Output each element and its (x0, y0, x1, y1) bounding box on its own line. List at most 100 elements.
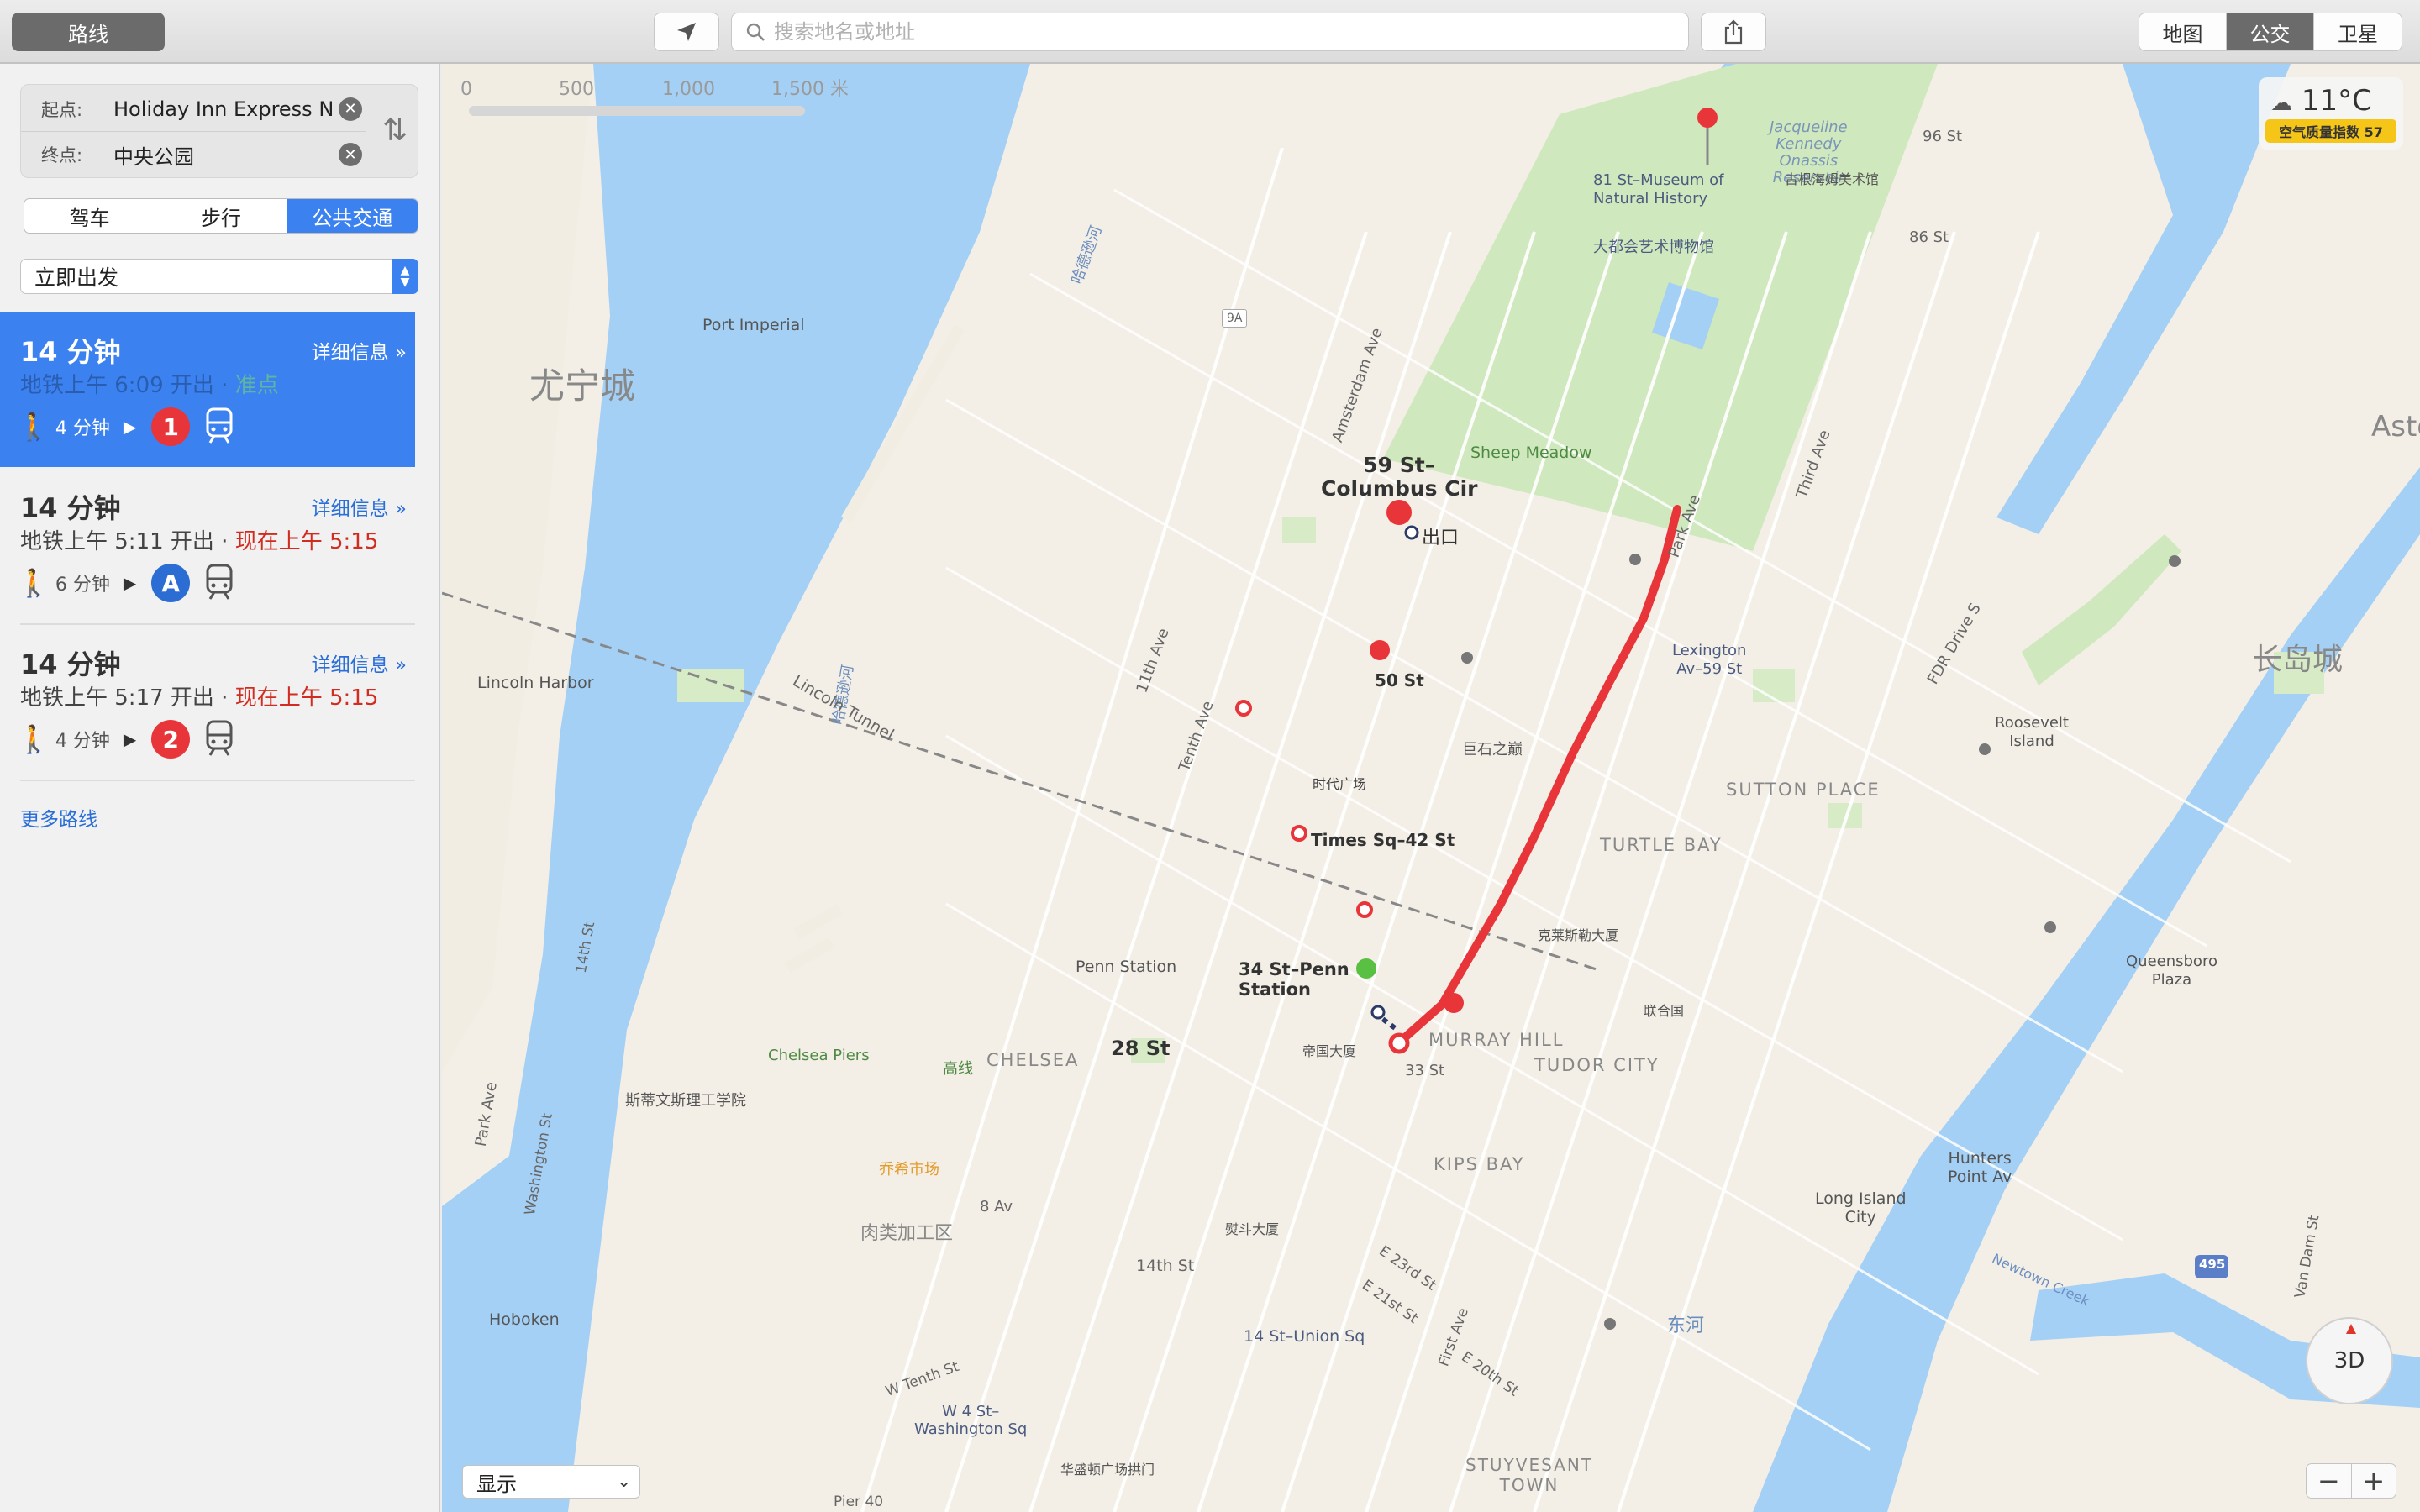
zoom-out-button[interactable]: − (2307, 1464, 2352, 1498)
map-label: MURRAY HILL (1428, 1030, 1565, 1050)
map-label: 东河 (1667, 1315, 1705, 1336)
end-field[interactable]: 中央公园 (113, 140, 339, 170)
route-option[interactable]: 14 分钟 详细信息 » 地铁上午 5:11 开出 · 现在上午 5:15 🚶 … (0, 469, 415, 623)
highway-shield-label: 495 (2199, 1257, 2226, 1272)
start-field[interactable]: Holiday Inn Express N (113, 97, 339, 121)
transport-mode-selector: 驾车 步行 公共交通 (24, 198, 418, 234)
walk-icon: 🚶 (17, 723, 50, 755)
route-status: 现在上午 5:15 (234, 685, 379, 711)
departure-time-select[interactable]: 立即出发 ▲ ▼ (20, 259, 418, 294)
map-label: 巨石之巅 (1462, 741, 1523, 759)
route-status: 现在上午 5:15 (234, 529, 379, 554)
start-row: 起点: Holiday Inn Express N ✕ (21, 87, 366, 132)
map-label: Queensboro Plaza (2126, 953, 2217, 989)
route-duration: 14 分钟 (20, 648, 121, 680)
map-label: TUDOR CITY (1534, 1055, 1660, 1075)
map-graphics (442, 64, 2420, 1512)
map-label: 斯蒂文斯理工学院 (625, 1092, 746, 1110)
map-label: 肉类加工区 (860, 1223, 954, 1244)
map-label: 33 St (1405, 1062, 1445, 1079)
directions-sidebar: 起点: Holiday Inn Express N ✕ 终点: 中央公园 ✕ ⇅… (0, 64, 440, 1512)
map-label: KIPS BAY (1434, 1154, 1525, 1174)
route-duration: 14 分钟 (20, 336, 121, 368)
route-details-link[interactable]: 详细信息 » (312, 648, 407, 677)
map-label: 乔希市场 (879, 1161, 939, 1179)
mode-drive[interactable]: 驾车 (24, 199, 156, 233)
route-duration: 14 分钟 (20, 492, 121, 524)
route-depart-info: 地铁上午 5:11 开出 · 现在上午 5:15 (20, 524, 378, 555)
north-needle-icon (2346, 1324, 2356, 1334)
map-label: 96 St (1923, 128, 1963, 145)
map-type-transit[interactable]: 公交 (2227, 13, 2314, 50)
route-option[interactable]: 14 分钟 详细信息 » 地铁上午 6:09 开出 · 准点 🚶 4 分钟 ▶ … (0, 312, 415, 467)
route-details-link[interactable]: 详细信息 » (312, 336, 407, 365)
route-option[interactable]: 14 分钟 详细信息 » 地铁上午 5:17 开出 · 现在上午 5:15 🚶 … (0, 625, 415, 780)
scale-label: 1,500 米 (771, 79, 849, 100)
chevron-down-icon: ⌄ (617, 1471, 631, 1491)
map-label: Penn Station (1076, 958, 1177, 976)
scale-label: 0 (460, 79, 472, 100)
map-label: 34 St–Penn Station (1239, 959, 1349, 1000)
map-label: 14th St (1136, 1257, 1195, 1275)
play-arrow-icon: ▶ (123, 573, 137, 593)
map-label: 熨斗大厦 (1225, 1221, 1280, 1237)
mode-transit[interactable]: 公共交通 (287, 199, 418, 233)
map-type-selector: 地图 公交 卫星 (2139, 13, 2402, 51)
more-routes-link[interactable]: 更多路线 (20, 803, 97, 832)
route-depart-time: 地铁上午 5:11 开出 · (20, 529, 235, 554)
clear-end-icon[interactable]: ✕ (339, 143, 362, 166)
current-location-button[interactable] (654, 13, 719, 51)
scale-label: 1,000 (662, 79, 715, 100)
weather-temperature: ☁ 11°C (2270, 84, 2372, 118)
play-arrow-icon: ▶ (123, 729, 137, 749)
toolbar: 路线 地图 公交 卫星 (0, 0, 2420, 64)
route-depart-time: 地铁上午 6:09 开出 · (20, 373, 235, 398)
map-label: 高线 (943, 1060, 973, 1078)
route-status: 准点 (234, 373, 279, 398)
routes-button[interactable]: 路线 (12, 13, 165, 51)
swap-endpoints-icon[interactable]: ⇅ (382, 113, 408, 148)
map-label: Port Imperial (702, 316, 805, 334)
map-label: 克莱斯勒大厦 (1538, 927, 1619, 943)
compass-3d-button[interactable]: 3D (2306, 1317, 2393, 1404)
map-label: STUYVESANT TOWN (1465, 1455, 1594, 1495)
end-label: 终点: (41, 145, 83, 165)
cloud-icon: ☁ (2270, 91, 2292, 116)
map-label: 大都会艺术博物馆 (1593, 239, 1714, 256)
route-details-link[interactable]: 详细信息 » (312, 492, 407, 521)
map-label: Times Sq–42 St (1311, 830, 1455, 850)
map-label: Lexington Av–59 St (1672, 642, 1747, 678)
clear-start-icon[interactable]: ✕ (339, 97, 362, 121)
mode-walk[interactable]: 步行 (155, 199, 287, 233)
walk-icon: 🚶 (17, 411, 50, 443)
play-arrow-icon: ▶ (123, 417, 137, 437)
route-depart-info: 地铁上午 6:09 开出 · 准点 (20, 368, 279, 399)
search-input[interactable] (774, 20, 1656, 44)
map-label: 出口 (1422, 528, 1460, 549)
train-icon (206, 564, 233, 600)
map-label: Astoria (2371, 410, 2420, 444)
map-label: 华盛顿广场拱门 (1060, 1462, 1155, 1478)
route-endpoints: 起点: Holiday Inn Express N ✕ 终点: 中央公园 ✕ ⇅ (20, 84, 418, 178)
map-type-satellite[interactable]: 卫星 (2314, 13, 2402, 50)
start-label: 起点: (41, 99, 83, 120)
map-label: 81 St–Museum of Natural History (1593, 171, 1724, 207)
zoom-controls: − + (2306, 1463, 2396, 1499)
temperature-value: 11°C (2301, 84, 2372, 118)
map-label: 50 St (1375, 670, 1424, 690)
map-canvas[interactable]: 0 500 1,000 1,500 米 Jacqueline Kennedy O… (442, 64, 2420, 1512)
map-label: 14 St–Union Sq (1244, 1327, 1365, 1346)
map-label: 联合国 (1644, 1003, 1685, 1019)
map-label: SUTTON PLACE (1726, 780, 1881, 800)
search-field[interactable] (731, 13, 1689, 51)
show-options-select[interactable]: 显示 ⌄ (462, 1465, 640, 1499)
share-button[interactable] (1701, 13, 1766, 51)
train-icon (206, 407, 233, 444)
route-divider (20, 780, 415, 781)
map-type-map[interactable]: 地图 (2139, 13, 2227, 50)
map-label: Sheep Meadow (1470, 444, 1592, 462)
map-label: Chelsea Piers (768, 1047, 870, 1064)
map-label: 长岛城 (2252, 643, 2344, 677)
zoom-in-button[interactable]: + (2352, 1464, 2396, 1498)
scale-label: 500 (559, 79, 594, 100)
